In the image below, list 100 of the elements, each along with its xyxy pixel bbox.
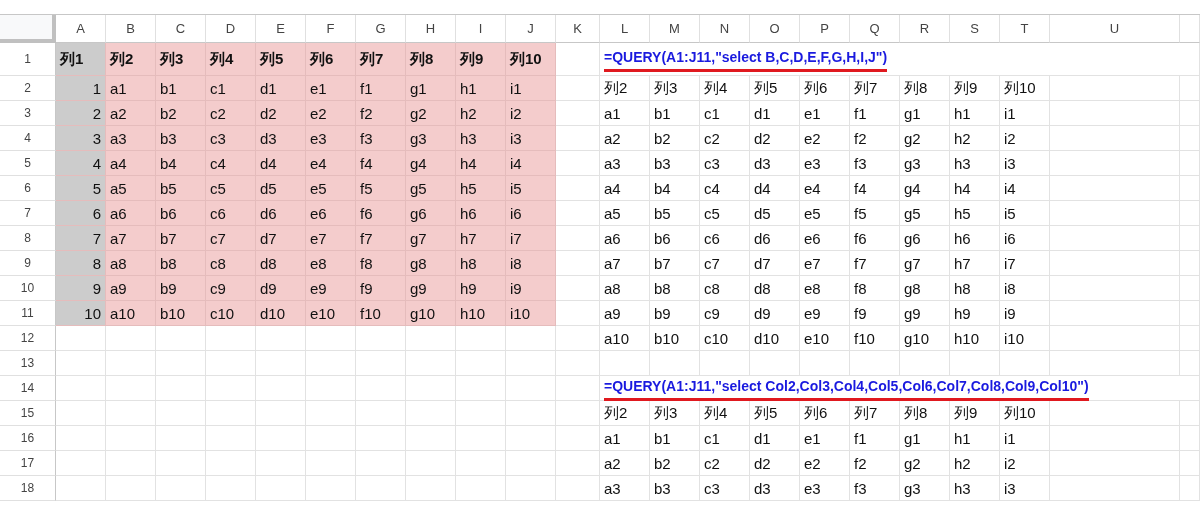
table-cell[interactable]: h5 (950, 201, 1000, 226)
table-cell[interactable]: f3 (850, 476, 900, 501)
table-cell[interactable]: b1 (650, 426, 700, 451)
table-cell[interactable]: d7 (256, 226, 306, 251)
table-cell[interactable]: 列7 (850, 401, 900, 426)
table-cell[interactable]: a7 (600, 251, 650, 276)
table-cell[interactable]: h7 (950, 251, 1000, 276)
table-cell[interactable]: d2 (750, 451, 800, 476)
table-cell[interactable]: f2 (850, 451, 900, 476)
table-cell[interactable]: e3 (306, 126, 356, 151)
table-cell[interactable]: c3 (206, 126, 256, 151)
table-cell[interactable]: b9 (650, 301, 700, 326)
table-cell[interactable]: c5 (206, 176, 256, 201)
table-cell[interactable]: g3 (900, 476, 950, 501)
table-cell[interactable]: h4 (456, 151, 506, 176)
table-cell[interactable]: d6 (750, 226, 800, 251)
table-cell[interactable]: b1 (156, 76, 206, 101)
table-cell[interactable]: e3 (800, 476, 850, 501)
table-cell[interactable]: a5 (600, 201, 650, 226)
table-cell[interactable]: g1 (900, 101, 950, 126)
table-cell[interactable]: b4 (156, 151, 206, 176)
table-cell[interactable]: g4 (900, 176, 950, 201)
table-cell[interactable]: 列10 (1000, 401, 1050, 426)
table-cell[interactable]: g10 (406, 301, 456, 326)
table-cell[interactable]: d4 (750, 176, 800, 201)
table-cell[interactable]: f7 (356, 226, 406, 251)
table-cell[interactable]: 列7 (356, 43, 406, 76)
table-cell[interactable]: b2 (156, 101, 206, 126)
table-cell[interactable]: b5 (156, 176, 206, 201)
table-cell[interactable]: 7 (56, 226, 106, 251)
table-cell[interactable]: g7 (406, 226, 456, 251)
table-cell[interactable]: h4 (950, 176, 1000, 201)
table-cell[interactable]: 列7 (850, 76, 900, 101)
table-cell[interactable]: f6 (850, 226, 900, 251)
table-cell[interactable]: a10 (600, 326, 650, 351)
table-cell[interactable]: b8 (650, 276, 700, 301)
table-cell[interactable]: h1 (950, 101, 1000, 126)
table-cell[interactable]: c1 (700, 426, 750, 451)
table-cell[interactable]: i10 (1000, 326, 1050, 351)
table-cell[interactable]: f5 (850, 201, 900, 226)
table-cell[interactable]: g2 (900, 451, 950, 476)
table-cell[interactable]: f6 (356, 201, 406, 226)
table-cell[interactable]: i1 (1000, 101, 1050, 126)
table-cell[interactable]: 10 (56, 301, 106, 326)
table-cell[interactable]: g2 (900, 126, 950, 151)
table-cell[interactable]: e2 (800, 451, 850, 476)
table-cell[interactable]: e5 (306, 176, 356, 201)
table-cell[interactable]: f7 (850, 251, 900, 276)
table-cell[interactable]: g1 (406, 76, 456, 101)
table-cell[interactable]: a8 (106, 251, 156, 276)
table-cell[interactable]: 列3 (156, 43, 206, 76)
table-cell[interactable]: i6 (1000, 226, 1050, 251)
table-cell[interactable]: e1 (306, 76, 356, 101)
table-cell[interactable]: a2 (600, 126, 650, 151)
formula-cell[interactable]: =QUERY(A1:J11,"select Col2,Col3,Col4,Col5,Col6,Col7,Col8,Col9,Col10") (600, 376, 1200, 401)
table-cell[interactable]: f1 (850, 101, 900, 126)
table-cell[interactable]: c9 (206, 276, 256, 301)
table-cell[interactable]: i4 (506, 151, 556, 176)
table-cell[interactable]: c6 (700, 226, 750, 251)
table-cell[interactable]: h2 (950, 126, 1000, 151)
table-cell[interactable]: 列6 (306, 43, 356, 76)
table-cell[interactable]: b8 (156, 251, 206, 276)
table-cell[interactable]: f8 (356, 251, 406, 276)
table-cell[interactable]: e10 (306, 301, 356, 326)
table-cell[interactable]: g3 (406, 126, 456, 151)
table-cell[interactable]: 列9 (950, 76, 1000, 101)
table-cell[interactable]: e5 (800, 201, 850, 226)
table-cell[interactable]: a2 (600, 451, 650, 476)
table-cell[interactable]: c4 (206, 151, 256, 176)
table-cell[interactable]: e8 (306, 251, 356, 276)
table-cell[interactable]: 列8 (900, 401, 950, 426)
table-cell[interactable]: d9 (750, 301, 800, 326)
table-cell[interactable]: h2 (950, 451, 1000, 476)
table-cell[interactable]: e9 (800, 301, 850, 326)
table-cell[interactable]: i6 (506, 201, 556, 226)
table-cell[interactable]: i8 (506, 251, 556, 276)
table-cell[interactable]: f4 (356, 151, 406, 176)
table-cell[interactable]: h2 (456, 101, 506, 126)
table-cell[interactable]: c1 (206, 76, 256, 101)
table-cell[interactable]: h3 (456, 126, 506, 151)
table-cell[interactable]: a10 (106, 301, 156, 326)
table-cell[interactable]: d9 (256, 276, 306, 301)
table-cell[interactable]: i2 (1000, 126, 1050, 151)
table-cell[interactable]: 3 (56, 126, 106, 151)
table-cell[interactable]: h3 (950, 151, 1000, 176)
table-cell[interactable]: a9 (600, 301, 650, 326)
table-cell[interactable]: i3 (506, 126, 556, 151)
table-cell[interactable]: a6 (600, 226, 650, 251)
table-cell[interactable]: 列2 (106, 43, 156, 76)
table-cell[interactable]: d10 (256, 301, 306, 326)
table-cell[interactable]: g2 (406, 101, 456, 126)
table-cell[interactable]: c2 (700, 126, 750, 151)
table-cell[interactable]: d4 (256, 151, 306, 176)
table-cell[interactable]: a6 (106, 201, 156, 226)
table-cell[interactable]: 列2 (600, 76, 650, 101)
table-cell[interactable]: f8 (850, 276, 900, 301)
table-cell[interactable]: i3 (1000, 476, 1050, 501)
table-cell[interactable]: i7 (1000, 251, 1050, 276)
table-cell[interactable]: i9 (1000, 301, 1050, 326)
table-cell[interactable]: a1 (600, 101, 650, 126)
